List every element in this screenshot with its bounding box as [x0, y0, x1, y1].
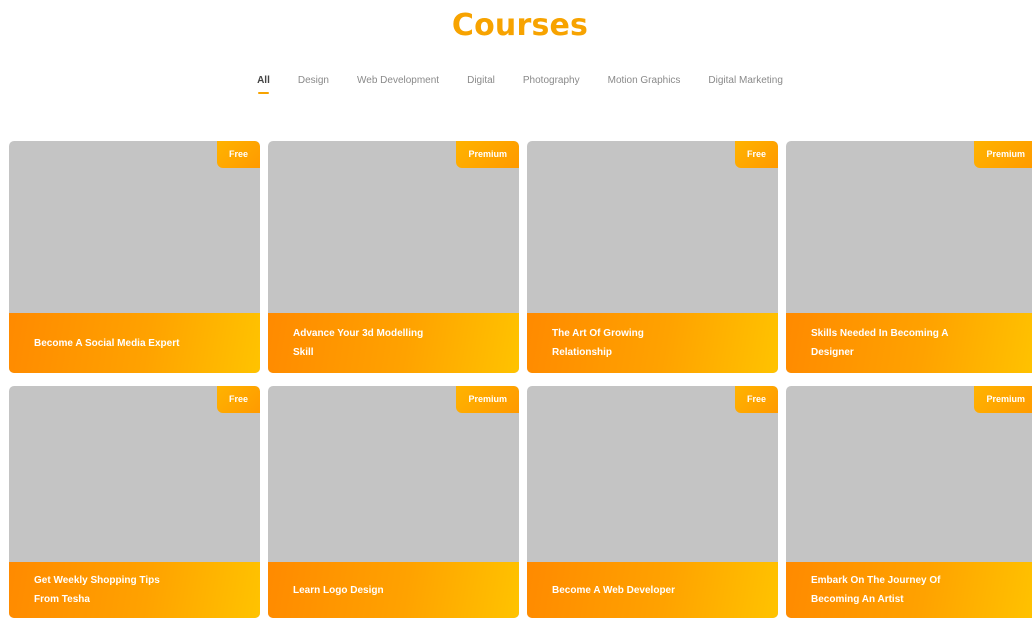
filter-tab-design[interactable]: Design: [298, 75, 329, 86]
filter-tab-web-development[interactable]: Web Development: [357, 75, 439, 86]
course-badge: Free: [734, 386, 778, 413]
filter-tab-digital[interactable]: Digital: [467, 75, 495, 86]
course-title: Become A Social Media Expert: [34, 337, 180, 349]
category-filter-bar: All Design Web Development Digital Photo…: [0, 75, 1032, 94]
course-card[interactable]: Premium Advance Your 3d Modelling Skill: [268, 141, 519, 373]
course-title: Get Weekly Shopping Tips From Tesha: [34, 575, 160, 605]
course-footer: Learn Logo Design: [268, 562, 519, 618]
course-card[interactable]: Free The Art Of Growing Relationship: [527, 141, 778, 373]
course-title: The Art Of Growing Relationship: [552, 328, 644, 358]
page-title: Courses: [451, 8, 589, 43]
course-card[interactable]: Free Become A Social Media Expert: [9, 141, 260, 373]
course-footer: Become A Web Developer: [527, 562, 778, 618]
course-title: Become A Web Developer: [552, 584, 676, 596]
filter-tab-photography[interactable]: Photography: [523, 75, 580, 86]
course-card[interactable]: Premium Embark On The Journey Of Becomin…: [786, 386, 1032, 618]
filter-tab-digital-marketing[interactable]: Digital Marketing: [708, 75, 782, 86]
course-footer: Advance Your 3d Modelling Skill: [268, 313, 519, 373]
course-footer: Get Weekly Shopping Tips From Tesha: [9, 562, 260, 618]
course-title: Advance Your 3d Modelling Skill: [293, 328, 424, 358]
course-badge: Premium: [456, 141, 519, 168]
course-badge: Free: [216, 141, 260, 168]
course-card[interactable]: Free Get Weekly Shopping Tips From Tesha: [9, 386, 260, 618]
course-badge: Premium: [456, 386, 519, 413]
course-badge: Free: [734, 141, 778, 168]
course-badge: Premium: [974, 141, 1032, 168]
course-footer: Skills Needed In Becoming A Designer: [786, 313, 1032, 373]
course-footer: Embark On The Journey Of Becoming An Art…: [786, 562, 1032, 618]
course-title: Learn Logo Design: [293, 584, 384, 596]
filter-tab-motion-graphics[interactable]: Motion Graphics: [608, 75, 681, 86]
course-card[interactable]: Premium Learn Logo Design: [268, 386, 519, 618]
course-footer: Become A Social Media Expert: [9, 313, 260, 373]
course-footer: The Art Of Growing Relationship: [527, 313, 778, 373]
course-grid: Free Become A Social Media Expert Premiu…: [9, 141, 1032, 618]
course-badge: Premium: [974, 386, 1032, 413]
course-title: Embark On The Journey Of Becoming An Art…: [811, 575, 941, 605]
course-card[interactable]: Free Become A Web Developer: [527, 386, 778, 618]
course-badge: Free: [216, 386, 260, 413]
filter-tab-all[interactable]: All: [257, 75, 270, 94]
course-card[interactable]: Premium Skills Needed In Becoming A Desi…: [786, 141, 1032, 373]
course-title: Skills Needed In Becoming A Designer: [811, 328, 949, 358]
